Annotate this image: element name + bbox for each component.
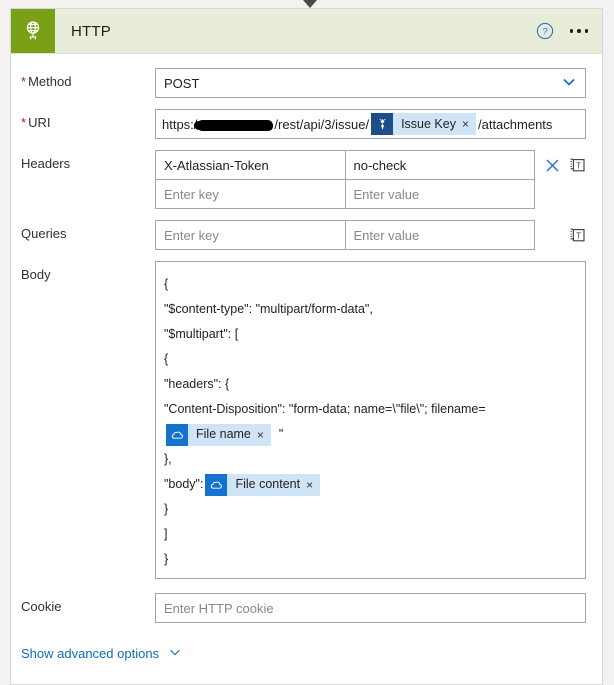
body-line-file-content: "body": File content × bbox=[164, 472, 577, 497]
body-line: }, bbox=[164, 452, 172, 466]
uri-suffix-text: /attachments bbox=[477, 116, 553, 132]
jira-icon bbox=[371, 113, 394, 135]
switch-to-text-mode-icon[interactable]: T bbox=[569, 227, 586, 244]
field-row-cookie: Cookie Enter HTTP cookie bbox=[11, 593, 602, 623]
close-x-icon[interactable] bbox=[544, 157, 561, 174]
token-remove-icon[interactable]: × bbox=[304, 479, 320, 491]
card-header-actions: ? bbox=[536, 22, 603, 40]
chevron-down-icon bbox=[561, 74, 577, 93]
queries-grid: Enter key Enter value bbox=[155, 220, 535, 250]
token-remove-icon[interactable]: × bbox=[460, 118, 476, 130]
connector-caret bbox=[303, 0, 317, 8]
header-key-input[interactable]: Enter key bbox=[155, 179, 346, 209]
token-issue-key[interactable]: Issue Key × bbox=[371, 113, 476, 135]
http-action-card: HTTP ? * Method POST * URI https:/ /rest… bbox=[10, 8, 603, 685]
onedrive-cloud-icon bbox=[205, 473, 228, 496]
body-line: { bbox=[164, 277, 169, 291]
redaction-mark bbox=[197, 119, 274, 131]
field-row-queries: Queries Enter key Enter value T bbox=[11, 220, 602, 250]
header-value-input[interactable]: no-check bbox=[344, 150, 535, 180]
required-asterisk: * bbox=[21, 115, 27, 130]
required-asterisk: * bbox=[21, 74, 27, 89]
field-row-method: * Method POST bbox=[11, 68, 602, 98]
globe-network-icon bbox=[11, 9, 55, 53]
field-row-body: Body { "$content-type": "multipart/form-… bbox=[11, 261, 602, 579]
field-row-uri: * URI https:/ /rest/api/3/issue/ Issue K… bbox=[11, 109, 602, 139]
advanced-options-section: Show advanced options bbox=[11, 639, 602, 662]
onedrive-cloud-icon bbox=[166, 423, 188, 446]
svg-text:?: ? bbox=[542, 27, 547, 38]
method-label: * Method bbox=[21, 74, 72, 89]
query-row: Enter key Enter value bbox=[155, 220, 535, 250]
header-value-input[interactable]: Enter value bbox=[344, 179, 535, 209]
body-line: "Content-Disposition": "form-data; name=… bbox=[164, 402, 486, 416]
queries-label: Queries bbox=[21, 226, 67, 241]
svg-text:T: T bbox=[576, 231, 581, 240]
body-label: Body bbox=[21, 267, 51, 282]
show-advanced-options-link[interactable]: Show advanced options bbox=[21, 645, 182, 662]
uri-middle-text: /rest/api/3/issue/ bbox=[274, 116, 370, 132]
queries-row-actions: T bbox=[535, 220, 586, 250]
uri-input[interactable]: https:/ /rest/api/3/issue/ Issue Key × /… bbox=[155, 109, 586, 139]
headers-grid: X-Atlassian-Token no-check Enter key Ent… bbox=[155, 150, 535, 209]
switch-to-text-mode-icon[interactable]: T bbox=[569, 157, 586, 174]
headers-row-actions: T bbox=[535, 150, 586, 180]
svg-text:T: T bbox=[576, 161, 581, 170]
help-circle-icon[interactable]: ? bbox=[536, 22, 554, 40]
header-row: Enter key Enter value bbox=[155, 179, 535, 209]
uri-label: * URI bbox=[21, 115, 51, 130]
body-line: { bbox=[164, 352, 169, 366]
ellipsis-horizontal-icon[interactable] bbox=[569, 23, 588, 39]
http-form: * Method POST * URI https:/ /rest/api/3/… bbox=[11, 54, 602, 684]
cookie-input[interactable]: Enter HTTP cookie bbox=[155, 593, 586, 623]
chevron-down-icon bbox=[168, 645, 182, 662]
cookie-label: Cookie bbox=[21, 599, 62, 614]
uri-prefix-text: https:/ bbox=[162, 116, 198, 132]
query-value-input[interactable]: Enter value bbox=[344, 220, 535, 250]
token-label: File content bbox=[235, 477, 301, 491]
body-line: "$multipart": [ bbox=[164, 327, 239, 341]
body-line: } bbox=[164, 502, 169, 516]
body-line: "headers": { bbox=[164, 377, 230, 391]
token-label: Issue Key bbox=[401, 117, 456, 131]
card-title: HTTP bbox=[71, 22, 111, 40]
method-value: POST bbox=[164, 75, 200, 91]
headers-label: Headers bbox=[21, 156, 71, 171]
header-row: X-Atlassian-Token no-check bbox=[155, 150, 535, 180]
advanced-label: Show advanced options bbox=[21, 646, 160, 661]
token-file-content[interactable]: File content × bbox=[205, 473, 321, 496]
header-key-input[interactable]: X-Atlassian-Token bbox=[155, 150, 346, 180]
token-file-name[interactable]: File name × bbox=[166, 423, 271, 446]
body-line: ] bbox=[164, 527, 168, 541]
method-select[interactable]: POST bbox=[155, 68, 586, 98]
token-remove-icon[interactable]: × bbox=[255, 429, 271, 441]
body-editor[interactable]: { "$content-type": "multipart/form-data"… bbox=[155, 261, 586, 579]
field-row-headers: Headers X-Atlassian-Token no-check Enter… bbox=[11, 150, 602, 209]
body-line: "$content-type": "multipart/form-data", bbox=[164, 302, 373, 316]
body-line-file-name: File name × " bbox=[164, 422, 577, 447]
query-key-input[interactable]: Enter key bbox=[155, 220, 346, 250]
card-header: HTTP ? bbox=[11, 9, 602, 54]
token-label: File name bbox=[196, 427, 251, 441]
body-line: } bbox=[164, 552, 169, 566]
